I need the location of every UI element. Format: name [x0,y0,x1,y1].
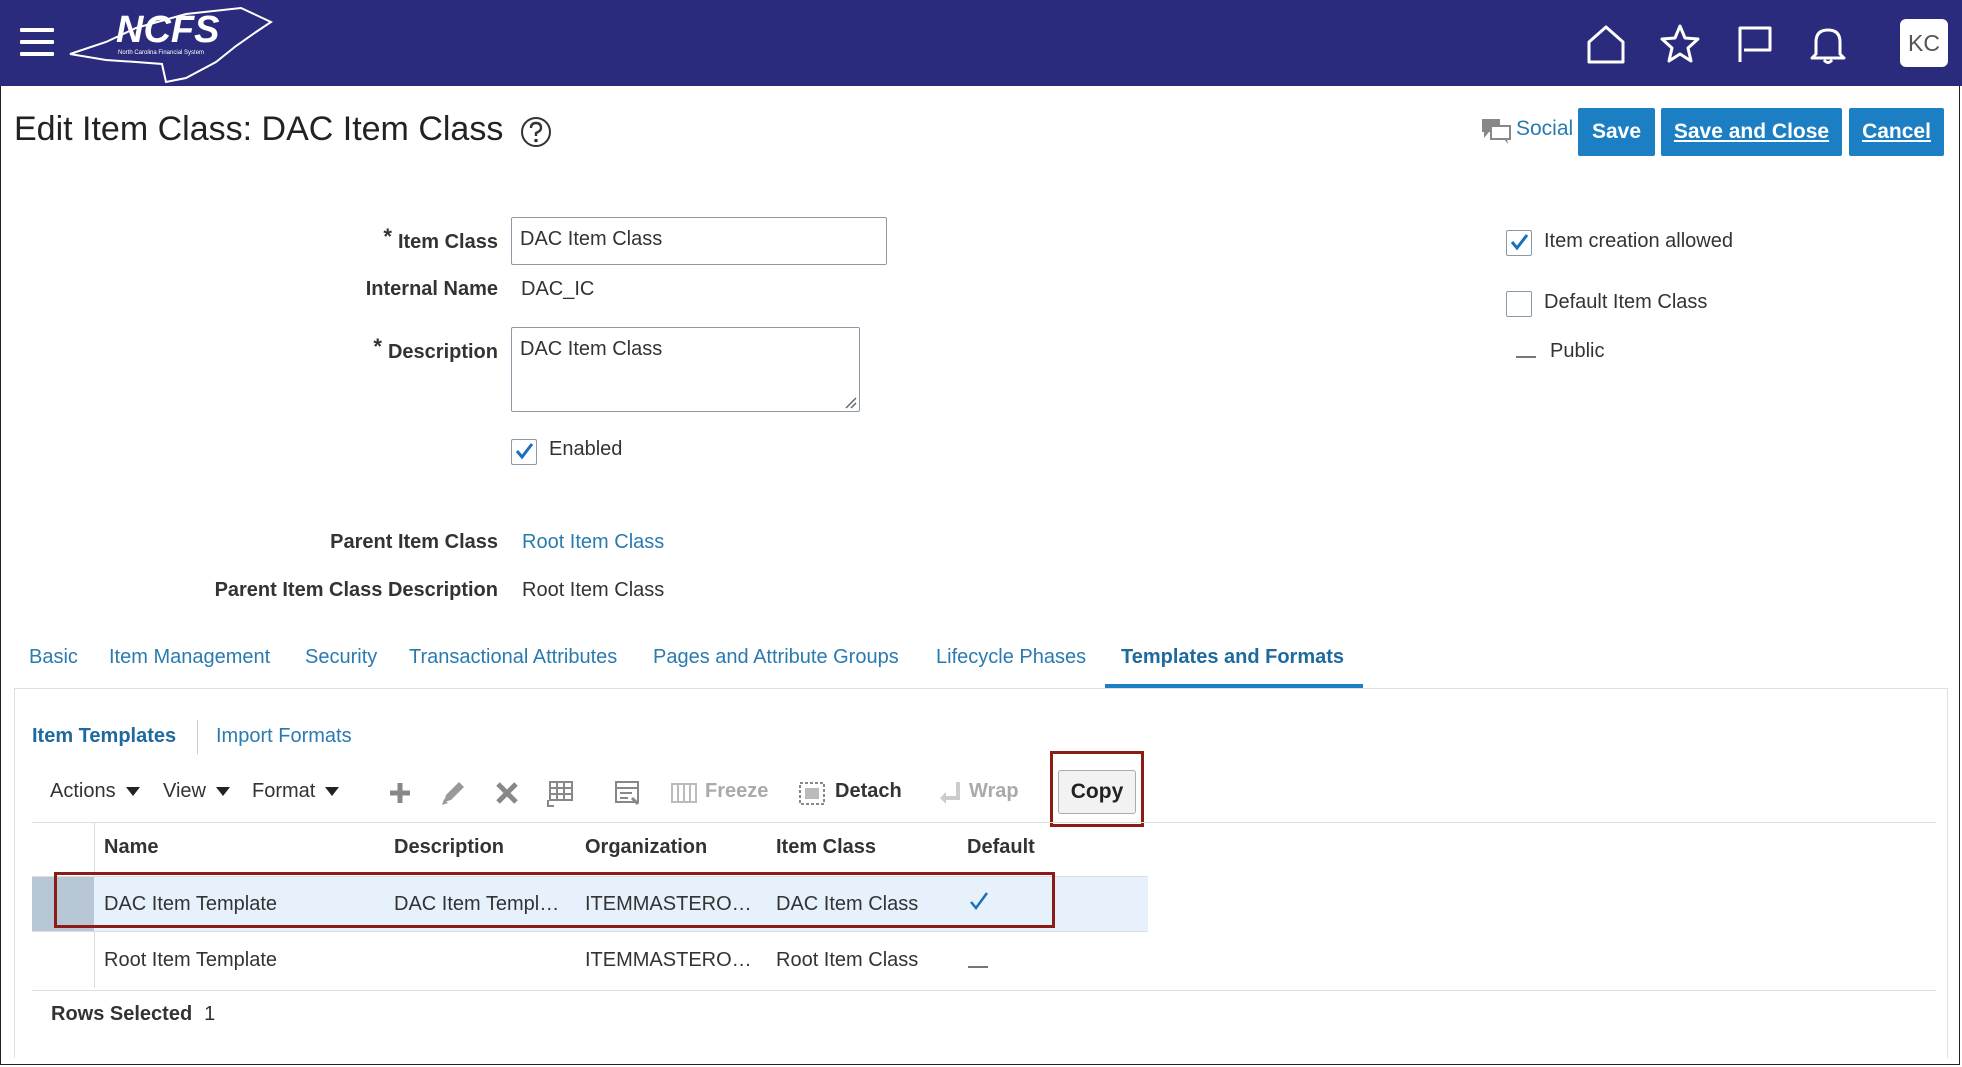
user-avatar[interactable]: KC [1900,19,1948,67]
default-item-class-checkbox[interactable] [1506,291,1532,317]
subtab-divider [197,720,198,754]
required-indicator: * [383,224,392,249]
add-icon[interactable] [385,778,415,808]
row-border [32,931,1148,932]
enabled-label: Enabled [549,438,623,460]
caret-down-icon [125,787,140,796]
page-title: Edit Item Class: DAC Item Class [14,110,504,148]
tab-templates-and-formats[interactable]: Templates and Formats [1121,646,1344,669]
freeze-button-label: Freeze [705,780,769,802]
item-creation-allowed-label: Item creation allowed [1544,230,1733,252]
cell-organization: ITEMMASTERO… [585,949,752,971]
social-link[interactable]: Social [1516,117,1573,141]
table-bottom-border [32,990,1936,991]
internal-name-value: DAC_IC [521,278,595,300]
checkmark-icon [515,443,534,460]
tab-basic[interactable]: Basic [29,646,78,669]
ncfs-logo[interactable]: NCFS North Carolina Financial System [66,2,276,84]
tab-lifecycle-phases[interactable]: Lifecycle Phases [936,646,1086,669]
required-indicator: * [373,334,382,359]
parent-item-class-description-label: Parent Item Class Description [214,579,498,601]
column-header-name[interactable]: Name [104,836,158,859]
subtab-import-formats[interactable]: Import Formats [216,725,352,748]
public-dash-indicator [1516,356,1536,358]
default-dash-indicator [968,966,988,968]
parent-item-class-link[interactable]: Root Item Class [522,531,664,554]
detach-button-label[interactable]: Detach [835,780,902,803]
column-header-description[interactable]: Description [394,836,504,859]
delete-x-icon[interactable] [492,778,522,808]
save-and-close-button[interactable]: Save and Close [1661,108,1842,156]
social-icon[interactable] [1480,117,1512,145]
notifications-bell-icon[interactable] [1806,22,1850,66]
freeze-icon [671,783,697,803]
favorites-star-icon[interactable] [1658,22,1702,66]
row-highlight [54,872,1055,928]
view-menu[interactable]: View [163,780,230,803]
public-label: Public [1550,340,1605,362]
wrap-icon [940,782,960,804]
home-icon[interactable] [1584,22,1628,66]
tab-security[interactable]: Security [305,646,377,669]
actions-menu[interactable]: Actions [50,780,140,803]
item-class-label: * Item Class [383,224,498,253]
manage-columns-icon[interactable] [612,778,642,808]
checkmark-icon [1510,234,1529,251]
tab-pages-and-attribute-groups[interactable]: Pages and Attribute Groups [653,646,899,669]
caret-down-icon [325,787,340,796]
cell-name: Root Item Template [104,949,278,971]
edit-pencil-icon[interactable] [438,778,468,808]
wrap-button-label: Wrap [969,780,1019,802]
resize-handle-icon[interactable] [843,395,857,409]
query-by-example-icon[interactable] [546,778,576,808]
table-top-border [32,822,1936,823]
tab-transactional-attributes[interactable]: Transactional Attributes [409,646,617,669]
flag-icon[interactable] [1732,22,1776,66]
description-text: DAC Item Class [520,338,663,360]
cell-item-class: Root Item Class [776,949,919,971]
detach-icon[interactable] [797,778,827,808]
description-label: * Description [373,334,498,363]
parent-item-class-label: Parent Item Class [330,531,498,553]
help-icon[interactable] [520,116,552,148]
internal-name-label: Internal Name [365,278,498,300]
hamburger-menu-icon[interactable] [20,28,54,56]
save-button[interactable]: Save [1578,108,1655,156]
description-textarea[interactable]: DAC Item Class [511,327,860,412]
column-header-item-class[interactable]: Item Class [776,836,876,859]
copy-button-highlight [1050,751,1144,827]
cancel-button[interactable]: Cancel [1849,108,1944,156]
default-item-class-label: Default Item Class [1544,291,1708,313]
logo-text: NCFS [116,9,219,51]
item-class-input[interactable]: DAC Item Class [511,217,887,265]
global-header: NCFS North Carolina Financial System KC [0,0,1962,86]
tab-item-management[interactable]: Item Management [109,646,270,669]
logo-subtext: North Carolina Financial System [118,50,204,56]
rows-selected-status: Rows Selected 1 [51,1003,216,1025]
enabled-checkbox[interactable] [511,439,537,465]
format-menu[interactable]: Format [252,780,340,803]
item-creation-allowed-checkbox[interactable] [1506,230,1532,256]
column-header-default[interactable]: Default [967,836,1035,859]
subtab-item-templates[interactable]: Item Templates [32,725,176,748]
column-header-organization[interactable]: Organization [585,836,707,859]
parent-item-class-description-value: Root Item Class [522,579,665,601]
caret-down-icon [216,787,230,796]
